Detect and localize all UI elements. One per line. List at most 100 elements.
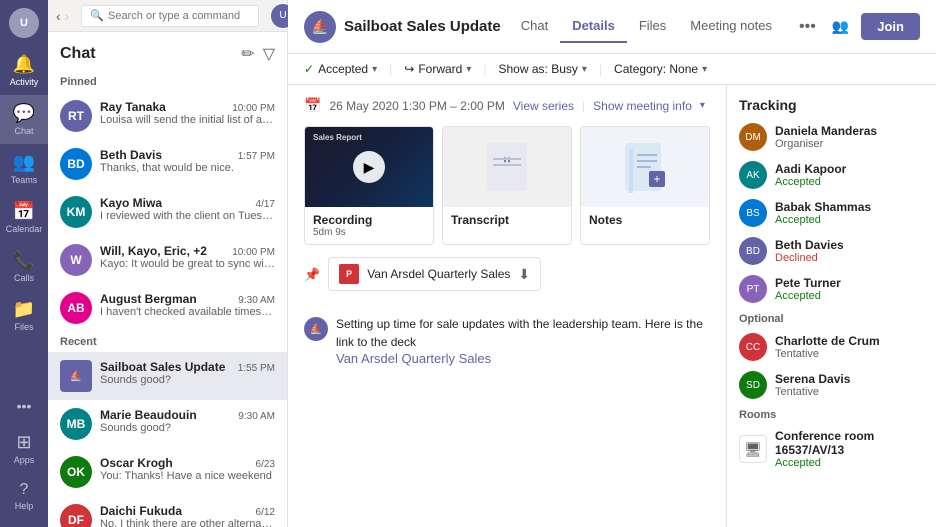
show-as-label: Show as: Busy [499,62,578,76]
avatar-babak: BS [739,199,767,227]
tracking-person-babak: BS Babak Shammas Accepted [739,199,924,227]
room-name: Conference room 16537/AV/13 [775,429,924,457]
filter-icon[interactable]: ▽ [263,44,275,64]
transcript-card[interactable]: " Transcript [442,126,572,245]
recording-thumbnail: Sales Report ▶ [305,127,433,207]
header-actions: ••• 👥 Join [795,13,920,40]
show-meeting-info-link[interactable]: Show meeting info [593,99,692,113]
category-label: Category: None [614,62,698,76]
message-link[interactable]: Van Arsdel Quarterly Sales [336,351,710,366]
accepted-item[interactable]: ✓ Accepted ▾ [304,62,377,76]
chat-item-ray-preview: Louisa will send the initial list of att… [100,114,275,126]
notes-thumbnail: + [581,127,709,207]
chat-item-sailboat[interactable]: ⛵ Sailboat Sales Update 1:55 PM Sounds g… [48,352,287,400]
chat-panel: ‹ › 🔍 U ─ □ ✕ Chat ✏ ▽ [48,0,288,527]
recent-section-label: Recent [48,332,287,352]
sidebar-item-calendar[interactable]: 📅 Calendar [0,193,48,242]
forward-button[interactable]: › [65,8,70,24]
chat-item-kayo[interactable]: KM Kayo Miwa 4/17 I reviewed with the cl… [48,188,287,236]
chat-item-daichi-name: Daichi Fukuda [100,504,182,518]
sidebar-item-more[interactable]: ••• [0,390,48,424]
sidebar-label-teams: Teams [11,175,38,185]
compose-icon[interactable]: ✏ [241,44,254,64]
chat-item-sailboat-content: Sailboat Sales Update 1:55 PM Sounds goo… [100,360,275,386]
transcript-icon: " [483,141,531,193]
sidebar-item-teams[interactable]: 👥 Teams [0,144,48,193]
tracking-title: Tracking [739,97,924,113]
tab-chat[interactable]: Chat [509,10,560,43]
avatar-kayo: KM [60,196,92,228]
forward-item[interactable]: ↪ Forward ▾ [404,62,471,76]
chat-item-kayo-time: 4/17 [256,199,275,210]
sidebar-item-calls[interactable]: 📞 Calls [0,242,48,291]
tab-details[interactable]: Details [560,10,627,43]
tracking-person-serena: SD Serena Davis Tentative [739,371,924,399]
notes-card[interactable]: + Notes [580,126,710,245]
chat-item-oscar[interactable]: OK Oscar Krogh 6/23 You: Thanks! Have a … [48,448,287,496]
message-sender-icon: ⛵ [304,317,328,341]
more-options-button[interactable]: ••• [795,14,820,40]
person-info-aadi: Aadi Kapoor Accepted [775,162,924,188]
pinned-section-label: Pinned [48,72,287,92]
calendar-icon: 📅 [13,201,35,222]
download-icon[interactable]: ⬇ [518,266,530,283]
person-status-babak: Accepted [775,214,924,226]
tab-files[interactable]: Files [627,10,678,43]
play-button[interactable]: ▶ [353,151,385,183]
people-icon[interactable]: 👥 [828,14,853,39]
chat-item-daichi-content: Daichi Fukuda 6/12 No, I think there are… [100,504,275,527]
activity-icon: 🔔 [13,54,35,75]
chat-item-will[interactable]: W Will, Kayo, Eric, +2 10:00 PM Kayo: It… [48,236,287,284]
chat-item-ray[interactable]: RT Ray Tanaka 10:00 PM Louisa will send … [48,92,287,140]
chat-item-beth[interactable]: BD Beth Davis 1:57 PM Thanks, that would… [48,140,287,188]
chat-item-august[interactable]: AB August Bergman 9:30 AM I haven't chec… [48,284,287,332]
sidebar-item-help[interactable]: ? Help [0,473,48,519]
transcript-title: Transcript [451,213,563,227]
forward-label: Forward [418,62,462,76]
sidebar-item-apps[interactable]: ⊞ Apps [0,424,48,473]
tab-meeting-notes[interactable]: Meeting notes [678,10,784,43]
sidebar-item-files[interactable]: 📁 Files [0,291,48,340]
main-header: ⛵ Sailboat Sales Update Chat Details Fil… [288,0,936,54]
rooms-section-label: Rooms [739,409,924,421]
chat-item-oscar-time: 6/23 [256,459,275,470]
user-avatar-sidebar[interactable]: U [9,8,39,38]
chat-list: Pinned RT Ray Tanaka 10:00 PM Louisa wil… [48,72,287,527]
show-info-chevron: ▾ [700,100,705,111]
sidebar-item-chat[interactable]: 💬 Chat [0,95,48,144]
chat-item-august-preview: I haven't checked available times yet [100,306,275,318]
attachment-row[interactable]: P Van Arsdel Quarterly Sales ⬇ [328,257,541,291]
tab-recording-transcript[interactable]: Recording & Transcript [784,10,787,43]
sidebar-item-activity[interactable]: 🔔 Activity [0,46,48,95]
chat-item-beth-content: Beth Davis 1:57 PM Thanks, that would be… [100,148,275,174]
chat-item-will-name: Will, Kayo, Eric, +2 [100,244,207,258]
chat-item-marie[interactable]: MB Marie Beaudouin 9:30 AM Sounds good? [48,400,287,448]
avatar-august: AB [60,292,92,324]
recording-card[interactable]: Sales Report ▶ Recording 5dm 9s [304,126,434,245]
avatar-aadi: AK [739,161,767,189]
chat-item-will-preview: Kayo: It would be great to sync with... [100,258,275,270]
chat-item-august-name: August Bergman [100,292,197,306]
message-content: Setting up time for sale updates with th… [336,317,703,349]
view-series-link[interactable]: View series [513,99,574,113]
sep2: | [483,62,486,76]
tracking-person-daniela: DM Daniela Manderas Organiser [739,123,924,151]
transcript-card-info: Transcript [443,207,571,233]
chat-item-ray-name: Ray Tanaka [100,100,166,114]
sidebar-label-files: Files [14,322,33,332]
chat-item-kayo-name: Kayo Miwa [100,196,162,210]
person-status-serena: Tentative [775,386,924,398]
back-button[interactable]: ‹ [56,8,61,24]
join-button[interactable]: Join [861,13,920,40]
chat-item-ray-time: 10:00 PM [232,103,275,114]
chat-item-daichi[interactable]: DF Daichi Fukuda 6/12 No, I think there … [48,496,287,527]
meeting-date-row: 📅 26 May 2020 1:30 PM – 2:00 PM View ser… [304,97,710,114]
search-input[interactable] [108,10,250,22]
category-item[interactable]: Category: None ▾ [614,62,707,76]
separator: | [582,99,585,113]
show-as-item[interactable]: Show as: Busy ▾ [499,62,587,76]
chat-item-marie-time: 9:30 AM [238,411,275,422]
main-area: ⛵ Sailboat Sales Update Chat Details Fil… [288,0,936,527]
media-cards: Sales Report ▶ Recording 5dm 9s [304,126,710,245]
search-bar[interactable]: 🔍 [81,5,259,27]
